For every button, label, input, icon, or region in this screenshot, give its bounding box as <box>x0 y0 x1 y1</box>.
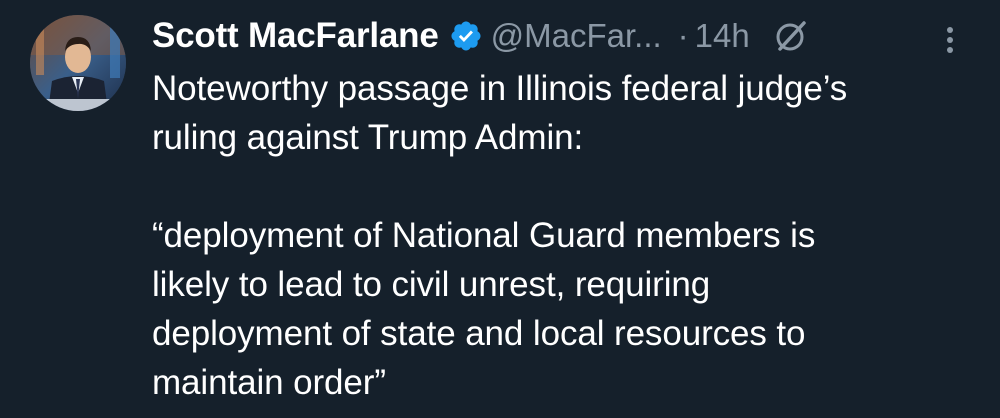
avatar-image <box>30 15 126 111</box>
author-handle[interactable]: @MacFar... <box>491 17 662 55</box>
more-options-icon[interactable] <box>940 22 960 58</box>
verified-badge-icon[interactable] <box>449 19 483 53</box>
avatar[interactable] <box>30 15 126 111</box>
tweet[interactable]: Scott MacFarlane @MacFar... · 14h Notewo… <box>0 0 1000 418</box>
grok-icon[interactable] <box>774 19 808 53</box>
separator-dot: · <box>677 17 689 54</box>
tweet-header: Scott MacFarlane @MacFar... · 14h <box>152 8 808 64</box>
tweet-text: Noteworthy passage in Illinois federal j… <box>152 69 848 402</box>
author-name[interactable]: Scott MacFarlane <box>152 16 439 56</box>
timestamp[interactable]: 14h <box>695 17 750 55</box>
